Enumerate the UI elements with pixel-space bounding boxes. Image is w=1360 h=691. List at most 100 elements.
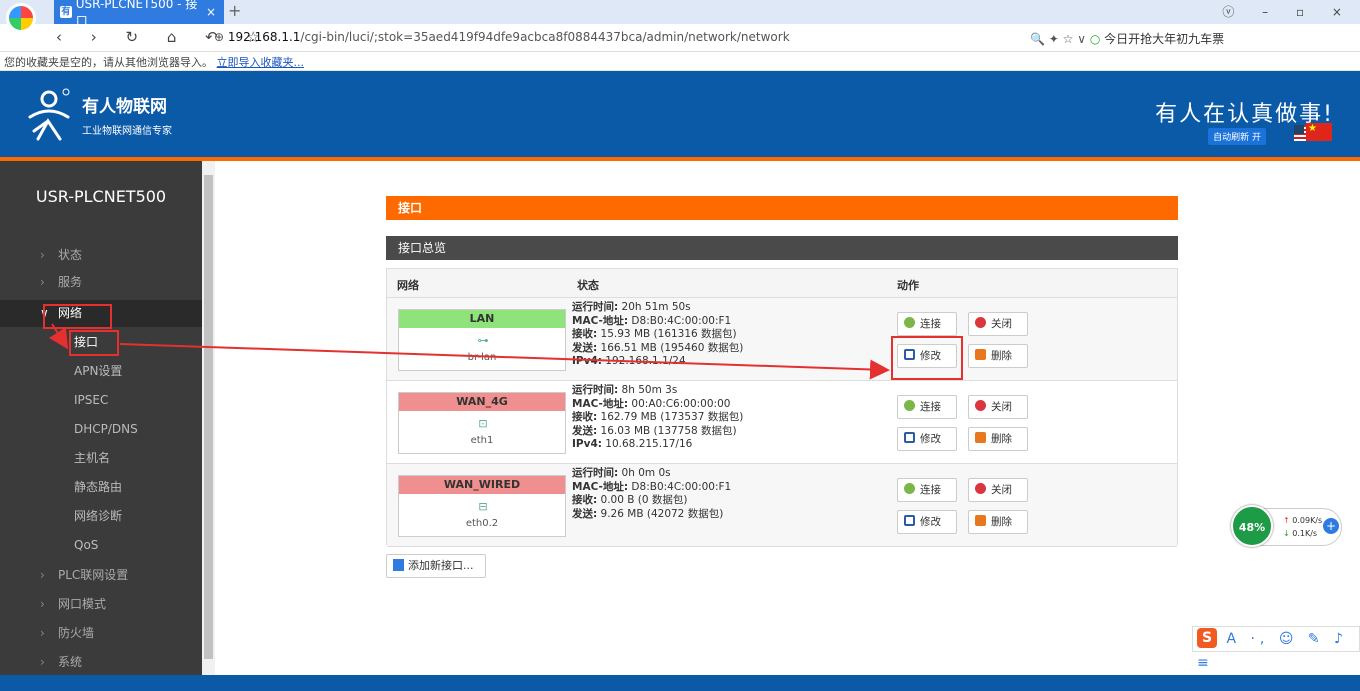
sidebar-subitem-label: QoS [74, 538, 99, 552]
delete-button-label: 删除 [991, 433, 1012, 445]
status-key: MAC-地址: [572, 397, 629, 410]
brand-name: 有人物联网 [82, 97, 167, 117]
connect-button[interactable]: 连接 [897, 395, 957, 419]
sidebar-subitem-apn[interactable]: APN设置 [0, 357, 202, 386]
url-path: /cgi-bin/luci/;stok=35aed419f94dfe9acbca… [300, 30, 790, 44]
security-icon: ⊕ [214, 30, 228, 44]
ime-logo-icon[interactable]: S [1197, 628, 1217, 648]
ime-toolbar[interactable]: S A ·, ☺ ✎ ♪ ≡ [1192, 626, 1360, 671]
connect-button[interactable]: 连接 [897, 478, 957, 502]
address-bar: ‹ › ↻ ⌂ ↶ ☆ ⊕ 192.168.1.1/cgi-bin/luci/;… [0, 24, 1360, 52]
sidebar-subitem-static-routes[interactable]: 静态路由 [0, 473, 202, 502]
addr-tool-icons[interactable]: 🔍 ✦ ☆ ∨ [1030, 32, 1086, 46]
page-title: 接口 [386, 196, 1178, 220]
edit-icon [904, 432, 915, 443]
sidebar-item-system[interactable]: › 系统 [0, 649, 202, 676]
status-value: 9.26 MB (42072 数据包) [597, 507, 724, 520]
delete-button[interactable]: 删除 [968, 427, 1028, 451]
column-header-status: 状态 [577, 279, 599, 292]
network-speed-widget[interactable]: 48% 0.09K/s 0.1K/s + [1231, 505, 1342, 547]
site-footer [0, 675, 1360, 691]
status-key: 发送: [572, 507, 598, 520]
promo-o-icon: ○ [1089, 32, 1101, 46]
delete-button[interactable]: 删除 [968, 344, 1028, 368]
status-value: 8h 50m 3s [618, 384, 678, 396]
status-value: D8:B0:4C:00:00:F1 [628, 480, 732, 493]
widget-plus-icon[interactable]: + [1323, 518, 1339, 534]
sidebar-item-firewall[interactable]: › 防火墙 [0, 620, 202, 647]
delete-button[interactable]: 删除 [968, 510, 1028, 534]
status-value: 192.168.1.1/24 [601, 355, 686, 367]
status-key: 发送: [572, 424, 598, 437]
chevron-right-icon: › [40, 248, 45, 262]
interface-device: eth0.2 [465, 518, 499, 529]
interface-name: WAN_WIRED [399, 476, 565, 494]
new-tab-button[interactable]: + [228, 1, 241, 20]
status-value: 0.00 B (0 数据包) [597, 494, 688, 506]
chevron-right-icon: › [40, 626, 45, 640]
status-line: 接收: 15.93 MB (161316 数据包) [572, 328, 743, 342]
edit-button[interactable]: 修改 [897, 510, 957, 534]
table-row: LAN ⊶ br-lan 运行时间: 20h 51m 50s MAC-地址: D8:B0… [387, 298, 1177, 381]
sidebar-subitem-dhcp-dns[interactable]: DHCP/DNS [0, 415, 202, 444]
connect-icon [904, 483, 915, 494]
sidebar-subitem-hostname[interactable]: 主机名 [0, 444, 202, 473]
delete-icon [975, 349, 986, 360]
sidebar-subitem-ipsec[interactable]: IPSEC [0, 386, 202, 415]
url-field[interactable]: ⊕ 192.168.1.1/cgi-bin/luci/;stok=35aed41… [214, 30, 790, 44]
status-line: 接收: 0.00 B (0 数据包) [572, 494, 731, 508]
window-controls[interactable]: ⓥ – ▫ × [1222, 3, 1354, 20]
add-file-icon [393, 559, 404, 571]
bookmarks-empty-text: 您的收藏夹是空的，请从其他浏览器导入。 [4, 56, 213, 69]
status-line: 发送: 166.51 MB (195460 数据包) [572, 342, 743, 356]
connect-button[interactable]: 连接 [897, 312, 957, 336]
sidebar-subitem-label: 网络诊断 [74, 509, 123, 523]
brand-tagline: 工业物联网通信专家 [82, 126, 172, 137]
status-line: 运行时间: 8h 50m 3s [572, 384, 743, 398]
ime-tool-icons[interactable]: A ·, ☺ ✎ ♪ ≡ [1197, 631, 1348, 671]
sidebar-item-label: PLC联网设置 [58, 568, 129, 582]
sidebar-scrollbar[interactable] [202, 161, 215, 675]
sidebar-item-port-mode[interactable]: › 网口模式 [0, 591, 202, 618]
sidebar-item-label: 状态 [58, 248, 83, 262]
sidebar-item-label: 服务 [58, 275, 83, 289]
sidebar-subitem-label: 主机名 [74, 451, 111, 465]
close-button[interactable]: 关闭 [968, 478, 1028, 502]
tab-close-icon[interactable]: × [206, 5, 216, 19]
interface-device: eth1 [470, 435, 494, 446]
chevron-right-icon: › [40, 275, 45, 289]
auto-refresh-toggle[interactable]: 自动刷新 开 [1208, 128, 1266, 145]
sidebar-item-label: 系统 [58, 655, 83, 669]
sidebar-item-status[interactable]: › 状态 [0, 242, 202, 269]
chinese-flag-icon[interactable]: ★ [1306, 123, 1332, 141]
promo-link[interactable]: 今日开抢大年初九车票 [1104, 32, 1224, 46]
url-host: 192.168.1.1 [227, 30, 301, 44]
connect-icon [904, 317, 915, 328]
add-interface-button[interactable]: 添加新接口... [386, 554, 486, 578]
status-value: 162.79 MB (173537 数据包) [597, 411, 744, 423]
browser-tab-active[interactable]: 有 USR-PLCNET500 - 接口 × [54, 0, 224, 28]
sidebar-item-plc-network[interactable]: › PLC联网设置 [0, 562, 202, 589]
sidebar-subitem-diagnostics[interactable]: 网络诊断 [0, 502, 202, 531]
sidebar-subitem-qos[interactable]: QoS [0, 531, 202, 560]
close-button[interactable]: 关闭 [968, 312, 1028, 336]
status-value: 00:A0:C6:00:00:00 [628, 397, 731, 410]
interface-name: LAN [399, 310, 565, 328]
status-key: 运行时间: [572, 301, 619, 313]
edit-button-label: 修改 [920, 433, 941, 445]
status-key: 接收: [572, 494, 598, 506]
interface-status: 运行时间: 20h 51m 50s MAC-地址: D8:B0:4C:00:00:… [572, 301, 743, 369]
close-button[interactable]: 关闭 [968, 395, 1028, 419]
close-icon [975, 483, 986, 494]
close-button-label: 关闭 [991, 318, 1012, 330]
status-value: 10.68.215.17/16 [601, 438, 693, 450]
connect-button-label: 连接 [920, 484, 941, 496]
scrollbar-thumb[interactable] [204, 175, 213, 659]
edit-button-label: 修改 [920, 516, 941, 528]
table-row: WAN_4G ⊡ eth1 运行时间: 8h 50m 3s MAC-地址: 00:A0:… [387, 381, 1177, 464]
status-value: 16.03 MB (137758 数据包) [597, 424, 737, 437]
import-bookmarks-link[interactable]: 立即导入收藏夹... [217, 56, 305, 69]
browser-logo-icon[interactable] [6, 3, 36, 33]
sidebar-item-services[interactable]: › 服务 [0, 269, 202, 296]
edit-button[interactable]: 修改 [897, 427, 957, 451]
